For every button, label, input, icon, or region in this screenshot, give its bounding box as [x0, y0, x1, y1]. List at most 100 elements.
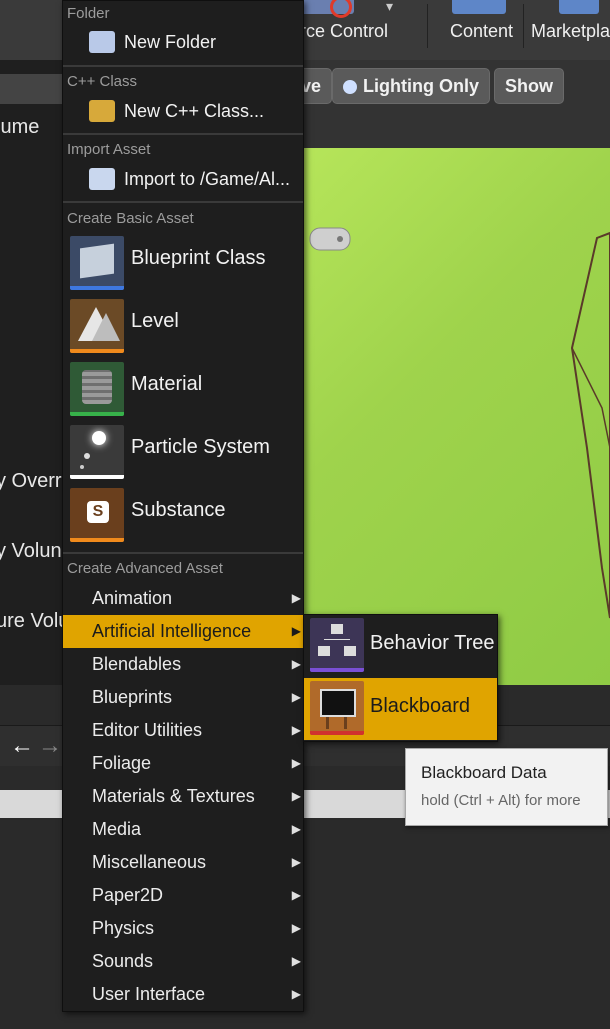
submenu-arrow-icon: ▶	[291, 954, 301, 968]
view-mode-label: ve	[302, 76, 322, 96]
asset-color-bar	[70, 349, 124, 353]
source-control-button[interactable]: rce Control	[300, 0, 420, 58]
blackboard-label: Blackboard	[370, 695, 471, 717]
show-button[interactable]: Show	[494, 68, 564, 104]
substance-logo: S	[87, 501, 109, 523]
submenu-arrow-icon: ▶	[291, 723, 301, 737]
advanced-item-artificial-intelligence[interactable]: Artificial Intelligence ▶	[63, 615, 303, 648]
advanced-item-label: Animation	[92, 588, 173, 608]
asset-color-bar	[310, 668, 364, 672]
blackboard-icon	[310, 681, 364, 735]
section-divider	[63, 201, 303, 203]
behavior-tree-item[interactable]: Behavior Tree	[304, 615, 497, 677]
mountain-shape	[92, 313, 120, 341]
board-leg	[326, 717, 329, 729]
advanced-item-foliage[interactable]: Foliage ▶	[63, 747, 303, 780]
submenu-arrow-icon: ▶	[291, 822, 301, 836]
behavior-tree-icon	[310, 618, 364, 672]
substance-label: Substance	[131, 499, 226, 521]
source-control-label: rce Control	[300, 21, 389, 41]
advanced-item-label: Sounds	[92, 951, 154, 971]
submenu-arrow-icon: ▶	[291, 789, 301, 803]
panel-item[interactable]: lume	[0, 116, 39, 139]
panel-item[interactable]: ure Volu	[0, 610, 64, 633]
marketplace-label: Marketpla	[531, 21, 610, 41]
view-mode-button[interactable]: ve	[302, 68, 333, 104]
ai-submenu: Behavior Tree Blackboard	[303, 614, 498, 742]
content-button[interactable]: Content	[450, 0, 520, 58]
advanced-item-paper2d[interactable]: Paper2D ▶	[63, 879, 303, 912]
asset-color-bar	[70, 475, 124, 479]
material-icon	[70, 362, 124, 416]
section-header-import-asset: Import Asset	[67, 141, 151, 158]
material-label: Material	[131, 373, 203, 395]
blackboard-item[interactable]: Blackboard	[304, 678, 497, 740]
no-entry-icon	[330, 0, 352, 18]
new-folder-item[interactable]: New Folder	[63, 25, 303, 59]
submenu-arrow-icon: ▶	[291, 756, 301, 770]
panel-item[interactable]: y Volun	[0, 540, 62, 563]
spark-particle	[92, 431, 106, 445]
advanced-item-label: Artificial Intelligence	[92, 621, 252, 641]
marketplace-icon	[559, 0, 599, 14]
blueprint-class-item[interactable]: Blueprint Class	[63, 234, 303, 294]
material-item[interactable]: Material	[63, 360, 303, 420]
show-label: Show	[505, 76, 553, 96]
advanced-item-label: Blueprints	[92, 687, 173, 707]
advanced-item-physics[interactable]: Physics ▶	[63, 912, 303, 945]
advanced-item-blueprints[interactable]: Blueprints ▶	[63, 681, 303, 714]
particle-system-item[interactable]: Particle System	[63, 423, 303, 483]
content-label: Content	[450, 21, 514, 41]
advanced-item-user-interface[interactable]: User Interface ▶	[63, 978, 303, 1011]
lighting-only-button[interactable]: Lighting Only	[332, 68, 490, 104]
board-leg	[344, 717, 347, 729]
submenu-arrow-icon: ▶	[291, 855, 301, 869]
section-header-folder: Folder	[67, 5, 110, 22]
marketplace-button[interactable]: Marketpla	[531, 0, 610, 58]
substance-item[interactable]: S Substance	[63, 486, 303, 546]
advanced-item-editor-utilities[interactable]: Editor Utilities ▶	[63, 714, 303, 747]
advanced-item-label: Paper2D	[92, 885, 164, 905]
new-folder-icon	[89, 31, 115, 53]
level-viewport[interactable]: ve Lighting Only Show	[302, 60, 610, 685]
section-divider	[63, 65, 303, 67]
tree-edge	[324, 639, 350, 640]
import-icon	[89, 168, 115, 190]
forward-arrow-icon[interactable]: →	[38, 732, 62, 760]
new-cpp-class-item[interactable]: New C++ Class...	[63, 94, 303, 128]
viewport-scene[interactable]	[302, 148, 610, 685]
material-sphere	[82, 370, 112, 404]
toolbar-divider	[523, 4, 524, 48]
particle-system-label: Particle System	[131, 436, 270, 458]
section-header-advanced-asset: Create Advanced Asset	[67, 560, 223, 577]
blackboard-tooltip: Blackboard Data hold (Ctrl + Alt) for mo…	[405, 748, 608, 826]
submenu-arrow-icon: ▶	[291, 591, 301, 605]
advanced-item-label: Materials & Textures	[92, 786, 255, 806]
asset-color-bar	[70, 286, 124, 290]
submenu-arrow-icon: ▶	[291, 921, 301, 935]
spark-particle	[84, 453, 90, 459]
advanced-item-miscellaneous[interactable]: Miscellaneous ▶	[63, 846, 303, 879]
scene-wireframe	[309, 227, 610, 619]
advanced-item-sounds[interactable]: Sounds ▶	[63, 945, 303, 978]
panel-item[interactable]: y Overr	[0, 470, 62, 493]
advanced-item-label: Physics	[92, 918, 155, 938]
substance-icon: S	[70, 488, 124, 542]
import-to-item[interactable]: Import to /Game/Al...	[63, 162, 303, 196]
tooltip-title: Blackboard Data	[421, 763, 547, 782]
wireframe-edge	[571, 347, 610, 449]
advanced-item-blendables[interactable]: Blendables ▶	[63, 648, 303, 681]
submenu-arrow-icon: ▶	[291, 657, 301, 671]
submenu-arrow-icon: ▶	[291, 987, 301, 1001]
advanced-item-animation[interactable]: Animation ▶	[63, 582, 303, 615]
chevron-down-icon[interactable]: ▾	[386, 0, 393, 15]
back-arrow-icon[interactable]: ←	[10, 732, 34, 760]
tree-node	[318, 646, 330, 656]
bulb-icon	[343, 80, 357, 95]
tree-node	[331, 624, 343, 634]
details-panel: lume y Overr y Volun ure Volu	[0, 60, 64, 690]
advanced-item-media[interactable]: Media ▶	[63, 813, 303, 846]
advanced-item-materials-textures[interactable]: Materials & Textures ▶	[63, 780, 303, 813]
asset-color-bar	[70, 538, 124, 542]
level-item[interactable]: Level	[63, 297, 303, 357]
